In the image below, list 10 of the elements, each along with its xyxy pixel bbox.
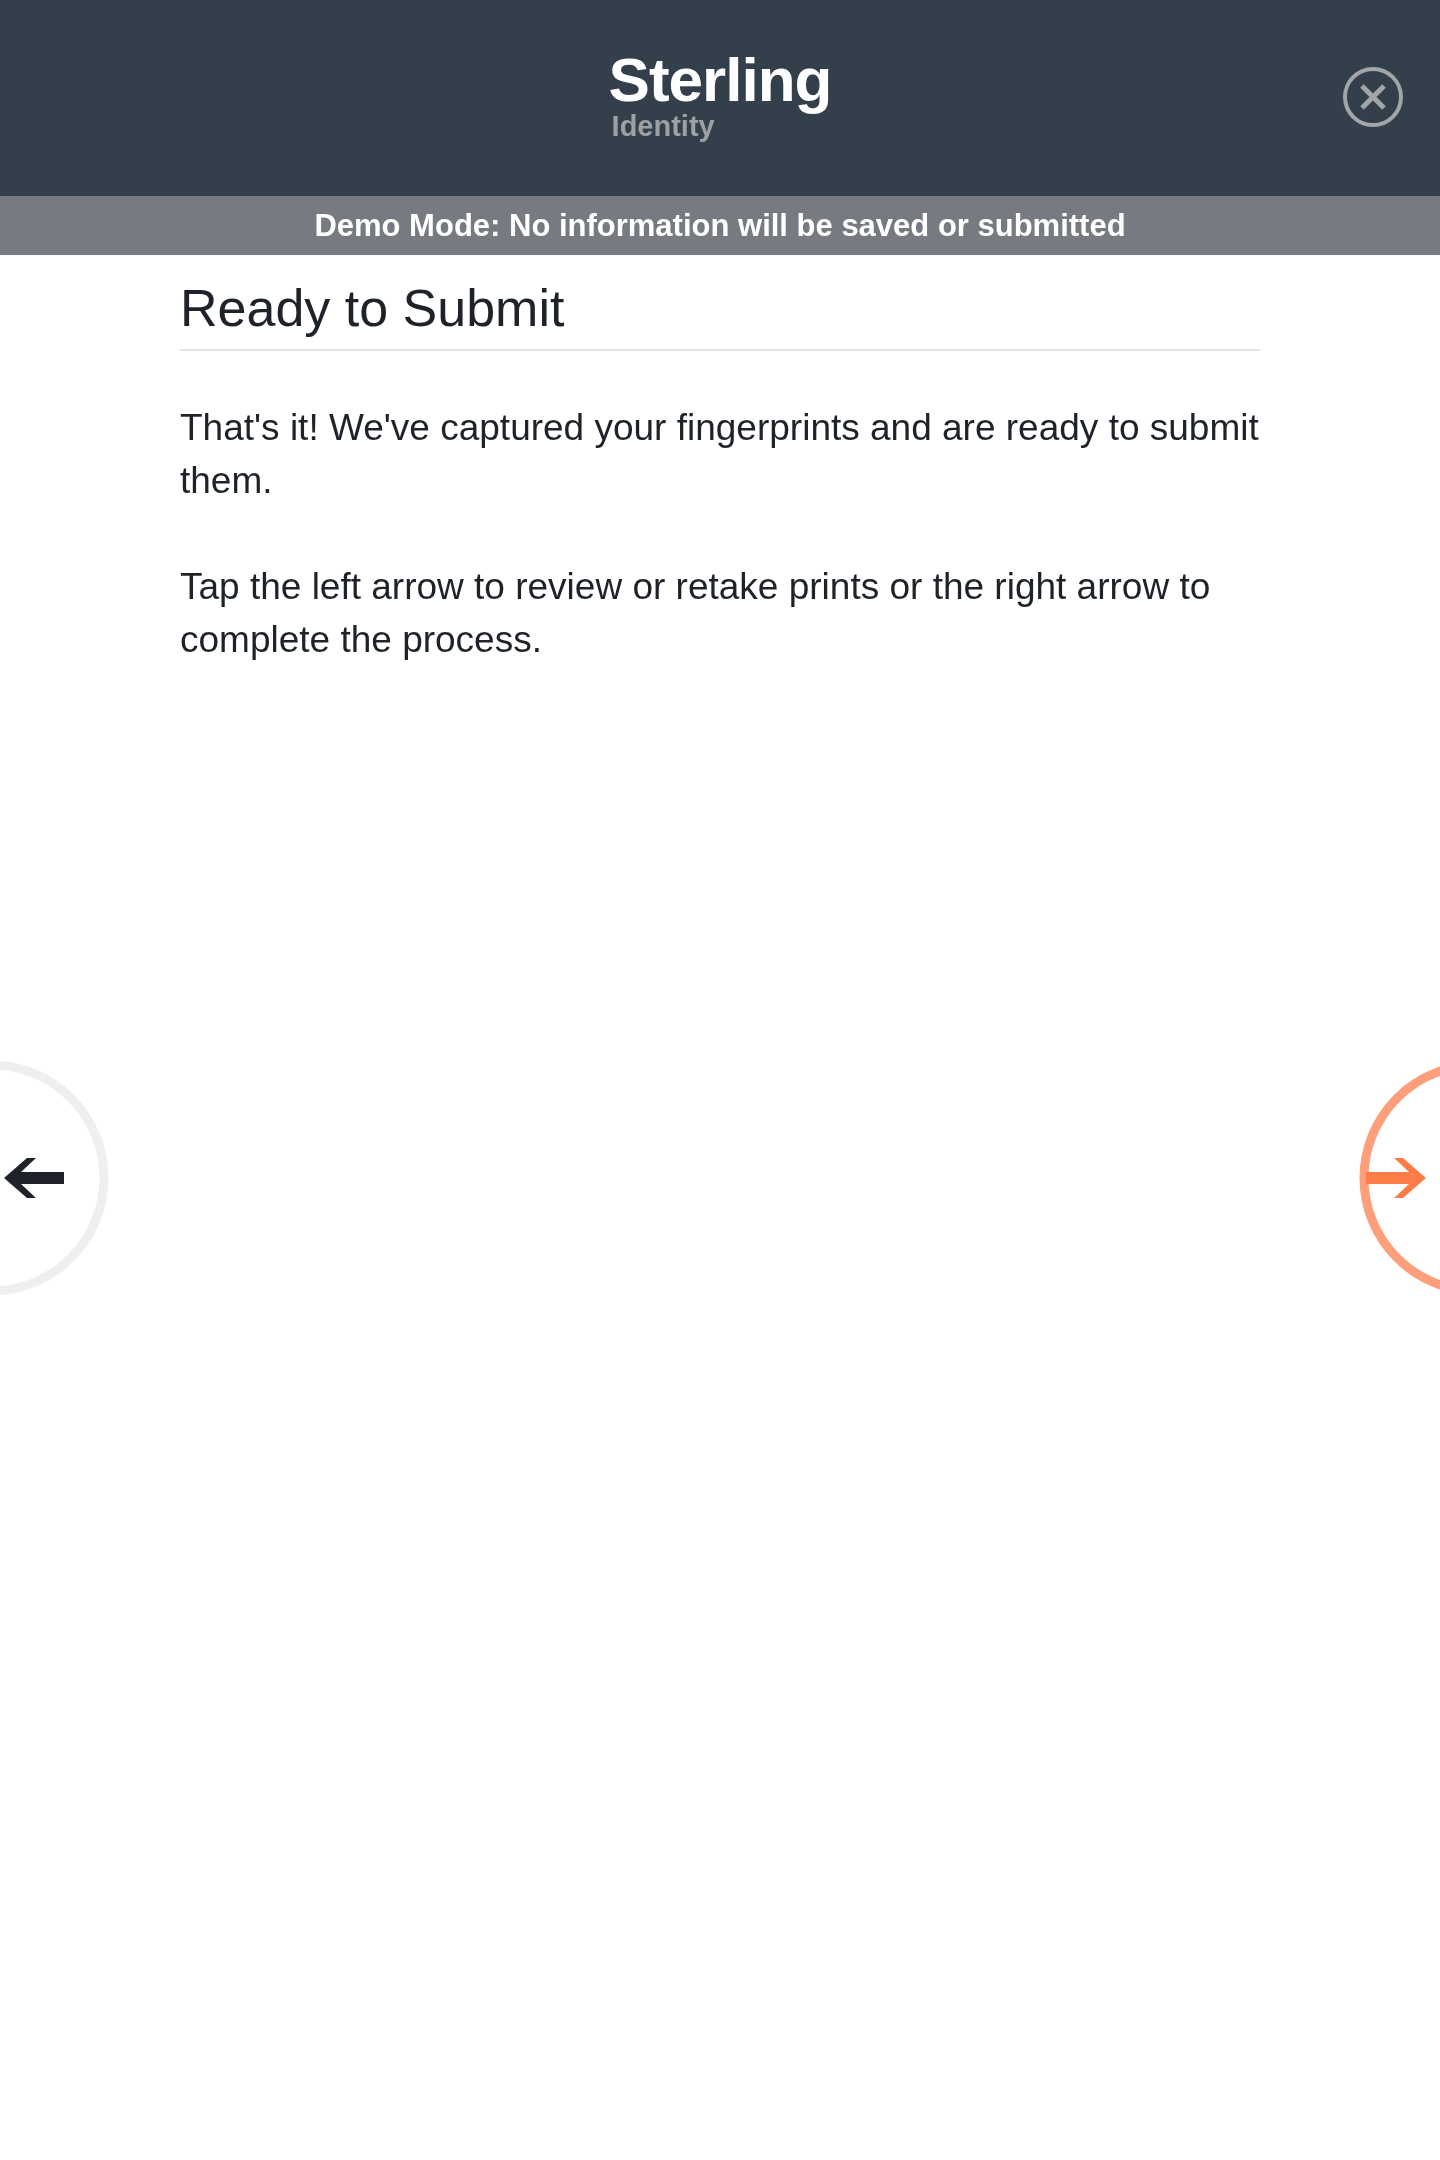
paragraph: Tap the left arrow to review or retake prints or the right arrow to complete the process.: [180, 565, 1212, 663]
close-icon: [1342, 66, 1404, 128]
logo-tagline: Identity: [611, 111, 715, 143]
left-arrow-icon: [4, 1158, 64, 1198]
logo-name: Sterling: [608, 49, 832, 112]
demo-banner: Demo Mode: No information will be saved or submitted: [0, 196, 1440, 255]
close-button[interactable]: [1342, 66, 1404, 128]
right-arrow-icon: [1366, 1158, 1426, 1198]
page-title: Ready to Submit: [180, 277, 1260, 352]
paragraph: That's it! We've captured your fingerprints and are ready to submit them.: [180, 406, 1260, 504]
